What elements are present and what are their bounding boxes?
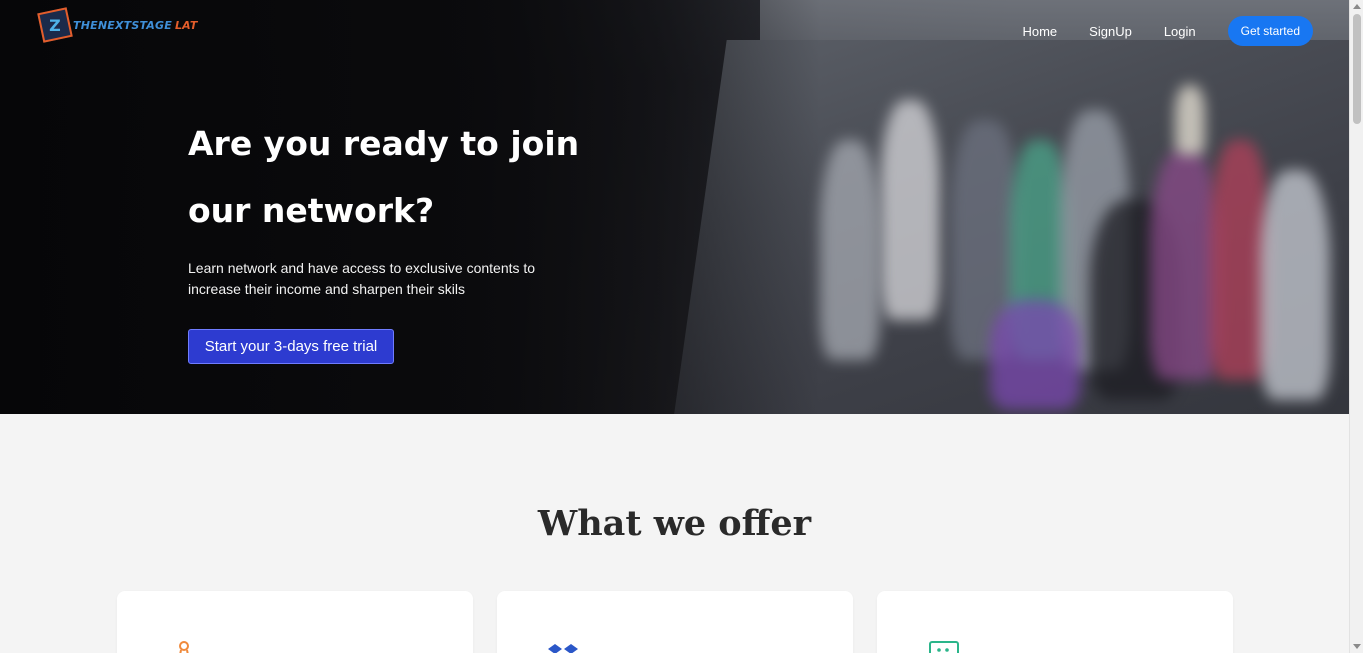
hero-title-line1: Are you ready to join — [188, 124, 580, 163]
dropbox-icon — [548, 644, 578, 653]
brand-name-part2: LAT — [174, 18, 198, 32]
get-started-button[interactable]: Get started — [1227, 16, 1313, 46]
scroll-up-arrow-icon[interactable] — [1353, 4, 1361, 9]
offer-card[interactable] — [117, 591, 473, 653]
hero-title: Are you ready to join our network? — [188, 110, 608, 244]
offer-card[interactable] — [497, 591, 853, 653]
brand-name-part1: THENEXTSTAGE — [73, 18, 172, 32]
logo-mark-icon: Z — [37, 7, 73, 43]
offer-card[interactable] — [877, 591, 1233, 653]
nav-signup-link[interactable]: SignUp — [1089, 24, 1132, 39]
page-scrollbar[interactable] — [1349, 0, 1363, 653]
chat-icon — [929, 641, 959, 653]
top-nav: Home SignUp Login Get started — [1022, 16, 1313, 46]
offer-section-title: What we offer — [537, 503, 812, 544]
nav-home-link[interactable]: Home — [1022, 24, 1057, 39]
nav-login-link[interactable]: Login — [1164, 24, 1196, 39]
scroll-thumb[interactable] — [1353, 14, 1361, 124]
hero-title-line2: our network? — [188, 191, 435, 230]
start-free-trial-button[interactable]: Start your 3-days free trial — [188, 329, 394, 364]
hero-subtitle: Learn network and have access to exclusi… — [188, 260, 536, 297]
award-icon — [179, 641, 189, 653]
hero-content: Are you ready to join our network? Learn… — [188, 110, 608, 300]
scroll-down-arrow-icon[interactable] — [1353, 644, 1361, 649]
brand-logo[interactable]: Z THENEXTSTAGE LAT — [37, 7, 198, 43]
